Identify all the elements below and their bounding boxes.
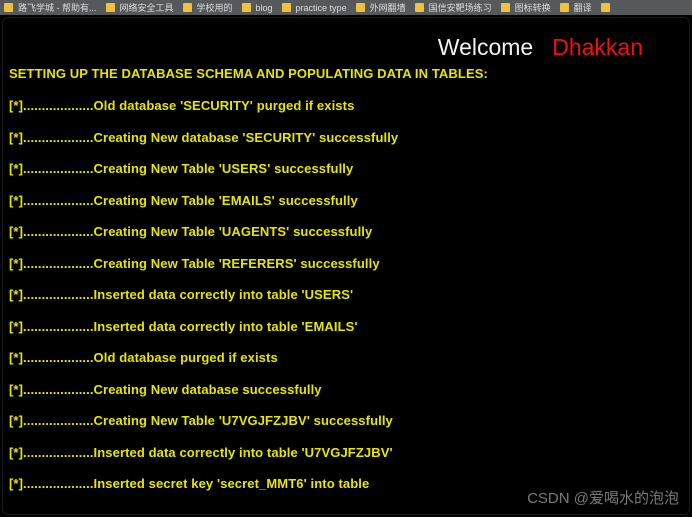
log-line: [*]...................Creating New Table… xyxy=(9,413,393,428)
folder-icon xyxy=(414,3,424,12)
folder-icon xyxy=(241,3,251,12)
bookmark-item[interactable]: blog xyxy=(238,0,278,15)
bookmark-item[interactable]: 翻译 xyxy=(556,0,597,15)
setup-log-output: SETTING UP THE DATABASE SCHEMA AND POPUL… xyxy=(9,66,669,508)
folder-icon xyxy=(355,3,365,12)
bookmark-item[interactable]: 图标转换 xyxy=(497,0,556,15)
log-line-list: [*]...................Old database 'SECU… xyxy=(9,98,669,492)
bookmark-item-label: 学校用的 xyxy=(196,2,233,13)
log-line: [*]...................Creating New datab… xyxy=(9,381,322,397)
csdn-watermark: CSDN @爱喝水的泡泡 xyxy=(527,490,679,507)
user-name-label: Dhakkan xyxy=(552,34,643,60)
folder-icon xyxy=(4,3,13,12)
bookmark-item-label: 国信安靶场练习 xyxy=(428,2,492,13)
log-heading: SETTING UP THE DATABASE SCHEMA AND POPUL… xyxy=(9,66,488,81)
log-line: [*]...................Old database 'SECU… xyxy=(9,98,355,113)
folder-icon xyxy=(105,3,115,12)
folder-icon xyxy=(559,3,569,12)
welcome-label: Welcome xyxy=(437,34,534,60)
bookmark-item[interactable] xyxy=(597,0,620,15)
bookmarks-bar: 路飞学城 - 帮助有... 网络安全工具 学校用的 blog practice type… xyxy=(0,0,692,15)
bookmark-item-label: 网络安全工具 xyxy=(119,2,174,13)
bookmark-item-label: blog xyxy=(255,2,273,13)
bookmark-item[interactable]: 国信安靶场练习 xyxy=(411,0,497,15)
bookmark-item-label: 翻译 xyxy=(573,2,592,13)
log-line: [*]...................Inserted data corr… xyxy=(9,444,393,460)
log-line: [*]...................Inserted data corr… xyxy=(9,287,354,302)
log-line: [*]...................Inserted data corr… xyxy=(9,318,358,334)
log-line: [*]...................Old database purge… xyxy=(9,350,278,365)
folder-icon xyxy=(500,3,510,12)
log-line: [*]...................Creating New Table… xyxy=(9,161,354,176)
page-content-frame: Welcome Dhakkan SETTING UP THE DATABASE … xyxy=(2,17,690,515)
welcome-header: Welcome Dhakkan xyxy=(438,34,643,60)
bookmark-item[interactable]: 外网翻墙 xyxy=(352,0,411,15)
bookmark-item-label: 外网翻墙 xyxy=(369,2,406,13)
page-surface: Welcome Dhakkan SETTING UP THE DATABASE … xyxy=(0,15,692,517)
log-line: [*]...................Creating New Table… xyxy=(9,255,380,271)
log-line: [*]...................Creating New datab… xyxy=(9,129,399,145)
bookmark-item-label: practice type xyxy=(295,2,347,13)
log-line: [*]...................Creating New Table… xyxy=(9,224,373,239)
bookmark-item-label: 图标转换 xyxy=(514,2,551,13)
folder-icon xyxy=(600,3,610,12)
folder-icon xyxy=(281,3,291,12)
bookmark-item[interactable]: practice type xyxy=(278,0,352,15)
folder-icon xyxy=(182,3,192,12)
bookmark-item[interactable]: 网络安全工具 xyxy=(102,0,179,15)
bookmark-item[interactable]: 路飞学城 - 帮助有... xyxy=(0,0,102,15)
bookmark-item[interactable]: 学校用的 xyxy=(179,0,238,15)
bookmark-item-label: 路飞学城 - 帮助有... xyxy=(18,2,97,13)
log-line: [*]...................Creating New Table… xyxy=(9,192,358,208)
